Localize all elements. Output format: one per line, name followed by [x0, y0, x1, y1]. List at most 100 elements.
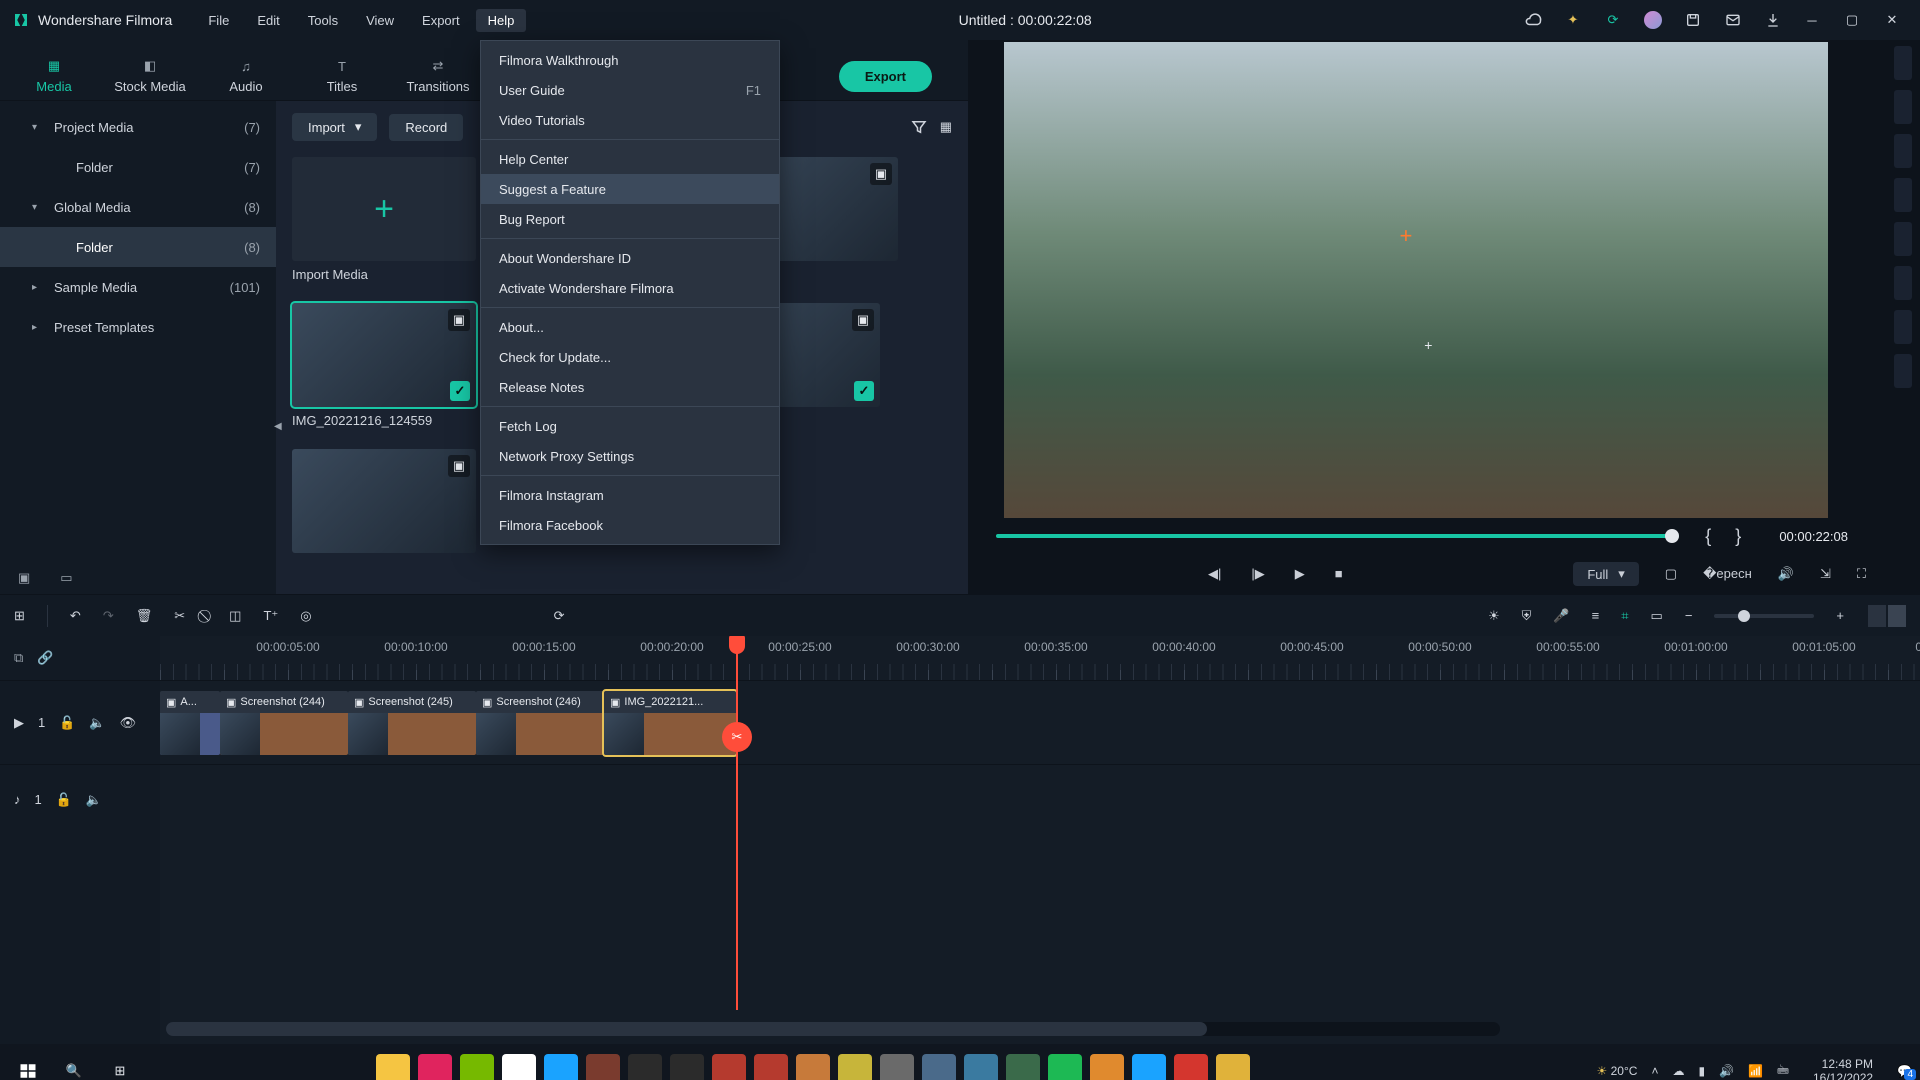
tab-stock-media[interactable]: ◧ Stock Media: [102, 53, 198, 100]
tab-transitions[interactable]: ⇄ Transitions: [390, 53, 486, 100]
marker-slot[interactable]: [1894, 266, 1912, 300]
mute-icon[interactable]: 🔈: [89, 715, 105, 731]
menu-help[interactable]: Help: [476, 9, 527, 32]
taskbar-app[interactable]: [1216, 1054, 1250, 1080]
help-menu-item[interactable]: Filmora Facebook: [481, 510, 779, 540]
marker-slot[interactable]: [1894, 310, 1912, 344]
media-item[interactable]: ▣: [292, 449, 476, 577]
taskbar-app[interactable]: [1006, 1054, 1040, 1080]
download-icon[interactable]: [1764, 11, 1782, 29]
taskbar-app[interactable]: [460, 1054, 494, 1080]
taskbar-app[interactable]: [838, 1054, 872, 1080]
help-menu-item[interactable]: Network Proxy Settings: [481, 441, 779, 471]
shield-icon[interactable]: ⛨: [1522, 608, 1532, 624]
playhead[interactable]: ✂: [736, 636, 738, 1010]
help-menu-item[interactable]: Video Tutorials: [481, 105, 779, 135]
text-tool-icon[interactable]: T⁺: [263, 608, 278, 624]
taskbar-app[interactable]: [502, 1054, 536, 1080]
taskbar-app[interactable]: [1048, 1054, 1082, 1080]
window-minimize[interactable]: ─: [1792, 0, 1832, 40]
cloud-icon[interactable]: [1524, 11, 1542, 29]
tree-preset-templates[interactable]: ▸Preset Templates: [0, 307, 276, 347]
snapshot-icon[interactable]: �ересн: [1703, 566, 1752, 582]
taskbar-app[interactable]: [1174, 1054, 1208, 1080]
help-menu-item[interactable]: Filmora Instagram: [481, 480, 779, 510]
taskbar-app[interactable]: [628, 1054, 662, 1080]
timeline-view-toggle[interactable]: [1866, 605, 1906, 627]
mute-icon[interactable]: 🔈: [86, 792, 102, 808]
taskbar-app[interactable]: [376, 1054, 410, 1080]
language-icon[interactable]: 🖮: [1777, 1061, 1789, 1080]
render-icon[interactable]: ☀: [1488, 608, 1500, 624]
tab-titles[interactable]: T Titles: [294, 53, 390, 100]
marker-slot[interactable]: [1894, 178, 1912, 212]
menu-file[interactable]: File: [196, 9, 241, 32]
split-handle-icon[interactable]: ✂: [722, 722, 752, 752]
stop-button[interactable]: ■: [1335, 566, 1343, 582]
zoom-slider[interactable]: [1714, 614, 1814, 618]
search-button[interactable]: 🔍: [54, 1051, 94, 1080]
timeline-clip[interactable]: ▣A...: [160, 691, 220, 755]
notifications-button[interactable]: 💬4: [1897, 1064, 1912, 1078]
scrollbar-thumb[interactable]: [166, 1022, 1207, 1036]
help-menu-item[interactable]: About Wondershare ID: [481, 243, 779, 273]
filter-icon[interactable]: [910, 118, 928, 136]
menu-tools[interactable]: Tools: [296, 9, 350, 32]
start-button[interactable]: [8, 1051, 48, 1080]
network-icon[interactable]: 📶: [1748, 1064, 1763, 1078]
lock-icon[interactable]: 🔓: [56, 792, 72, 808]
audio-track[interactable]: [160, 764, 1920, 834]
tab-media[interactable]: ▦ Media: [6, 53, 102, 100]
fullscreen-icon[interactable]: ⛶: [1857, 566, 1866, 582]
menu-view[interactable]: View: [354, 9, 406, 32]
taskbar-app[interactable]: [418, 1054, 452, 1080]
media-item[interactable]: ▣✓ IMG_20221216_124559: [292, 303, 476, 431]
split-button[interactable]: ✂: [174, 608, 185, 624]
window-close[interactable]: ✕: [1872, 0, 1912, 40]
help-menu-item[interactable]: Suggest a Feature: [481, 174, 779, 204]
timeline-clip[interactable]: ▣Screenshot (244): [220, 691, 348, 755]
open-folder-icon[interactable]: ▭: [60, 570, 72, 586]
weather-widget[interactable]: ☀ 20°C: [1597, 1064, 1638, 1078]
zoom-out-button[interactable]: −: [1685, 608, 1693, 623]
taskbar-app[interactable]: [712, 1054, 746, 1080]
link-icon[interactable]: 🔗: [37, 650, 53, 666]
window-maximize[interactable]: ▢: [1832, 0, 1872, 40]
timeline-clip[interactable]: ▣Screenshot (246): [476, 691, 604, 755]
zoom-in-button[interactable]: +: [1836, 608, 1844, 623]
timeline-clip[interactable]: ▣Screenshot (245): [348, 691, 476, 755]
new-folder-icon[interactable]: ▣: [18, 570, 30, 586]
clock[interactable]: 12:48 PM 16/12/2022: [1813, 1057, 1873, 1080]
help-menu-item[interactable]: Check for Update...: [481, 342, 779, 372]
taskbar-app[interactable]: [1132, 1054, 1166, 1080]
grid-view-icon[interactable]: ▦: [940, 119, 952, 135]
taskbar-app[interactable]: [670, 1054, 704, 1080]
help-menu-item[interactable]: About...: [481, 312, 779, 342]
help-menu-item[interactable]: Help Center: [481, 144, 779, 174]
display-icon[interactable]: ▢: [1665, 566, 1677, 582]
scrubber-knob[interactable]: [1665, 529, 1679, 543]
taskbar-app[interactable]: [796, 1054, 830, 1080]
volume-tray-icon[interactable]: 🔊: [1719, 1064, 1734, 1078]
crop-icon[interactable]: ◫: [229, 608, 241, 624]
arrange-icon[interactable]: ⊞: [14, 608, 25, 624]
mail-icon[interactable]: [1724, 11, 1742, 29]
voiceover-icon[interactable]: 🎤: [1553, 608, 1569, 624]
help-menu-item[interactable]: Bug Report: [481, 204, 779, 234]
panel-collapse-icon[interactable]: ◀: [274, 421, 282, 432]
marker-slot[interactable]: [1894, 222, 1912, 256]
taskbar-app[interactable]: [544, 1054, 578, 1080]
snap-icon[interactable]: ▭: [1651, 608, 1663, 624]
mark-in-button[interactable]: {: [1705, 526, 1711, 547]
tray-chevron-icon[interactable]: ˄: [1651, 1064, 1658, 1078]
taskbar-app[interactable]: [586, 1054, 620, 1080]
auto-ripple-icon[interactable]: ⌗: [1621, 608, 1628, 624]
preview-scrubber[interactable]: [996, 534, 1679, 538]
prev-frame-button[interactable]: ◀|: [1208, 566, 1221, 582]
marker-slot[interactable]: [1894, 354, 1912, 388]
help-menu-item[interactable]: Release Notes: [481, 372, 779, 402]
preview-quality-select[interactable]: Full▾: [1573, 562, 1638, 586]
record-dropdown[interactable]: Record: [389, 114, 463, 141]
marker-slot[interactable]: [1894, 46, 1912, 80]
next-frame-button[interactable]: |▶: [1251, 566, 1264, 582]
